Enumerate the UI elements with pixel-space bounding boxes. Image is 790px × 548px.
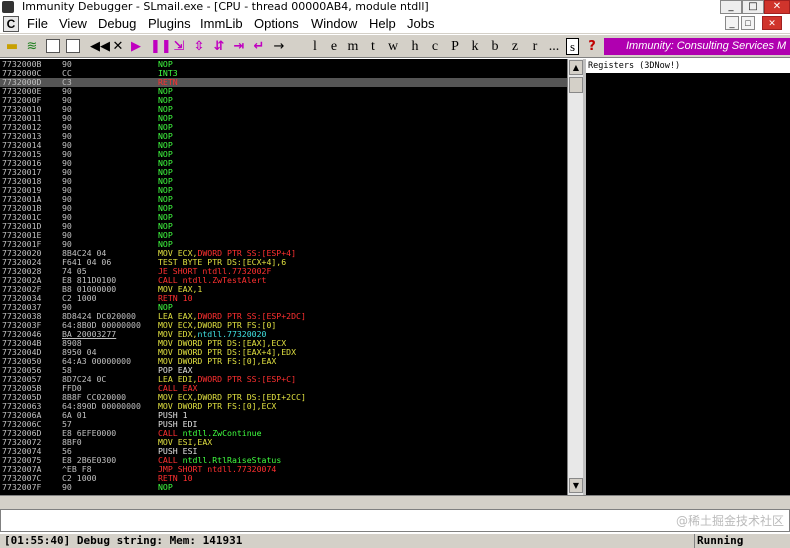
maximize-button[interactable]: □ [742, 0, 764, 14]
consulting-banner[interactable]: Immunity: Consulting Services M [604, 38, 790, 55]
disasm-row[interactable]: 77320011 90 NOP [0, 114, 567, 123]
menu-immlib[interactable]: ImmLib [200, 16, 243, 32]
pause-icon[interactable]: ❚❚ [150, 38, 172, 55]
disasm-row[interactable]: 7732000E 90 NOP [0, 87, 567, 96]
disasm-row[interactable]: 7732000C CC INT3 [0, 69, 567, 78]
log-window-button[interactable]: l [308, 38, 322, 55]
cpu-window-icon[interactable]: C [3, 16, 19, 32]
open-folder-icon[interactable]: ▬ [4, 38, 20, 55]
debug-state: Running [694, 534, 790, 548]
instruction-token: NOP [158, 482, 173, 492]
disasm-row[interactable]: 77320050 64:A3 00000000 MOV DWORD PTR FS:[… [0, 357, 567, 366]
breakpoints-button[interactable]: b [488, 38, 502, 55]
disasm-row[interactable]: 77320017 90 NOP [0, 168, 567, 177]
disasm-row[interactable]: 7732000F 90 NOP [0, 96, 567, 105]
minimize-button[interactable]: _ [720, 0, 742, 14]
mdi-minimize-button[interactable]: _ [725, 16, 739, 30]
menu-view[interactable]: View [59, 16, 87, 32]
more-button[interactable]: ... [546, 38, 562, 55]
instruction-cell: NOP [158, 483, 173, 492]
disasm-row[interactable]: 7732007C C2 1000 RETN 10 [0, 474, 567, 483]
step-into-icon[interactable]: ⇲ [172, 38, 186, 55]
windows-button[interactable]: w [386, 38, 400, 55]
disasm-row[interactable]: 7732006D E8 6EFE0000 CALL ntdll.ZwContinue [0, 429, 567, 438]
patches-button[interactable]: P [448, 38, 462, 55]
disasm-row[interactable]: 7732001C 90 NOP [0, 213, 567, 222]
hex-dump-cell: 64:A3 00000000 [62, 356, 132, 366]
disasm-row[interactable]: 77320013 90 NOP [0, 132, 567, 141]
disasm-row[interactable]: 77320072 8BF0 MOV ESI,EAX [0, 438, 567, 447]
scroll-down-icon[interactable]: ▼ [569, 478, 583, 493]
menu-jobs[interactable]: Jobs [407, 16, 434, 32]
mdi-maximize-button[interactable]: □ [741, 16, 755, 30]
handles-button[interactable]: h [408, 38, 422, 55]
help-icon[interactable]: ? [586, 38, 598, 55]
disasm-row[interactable]: 77320019 90 NOP [0, 186, 567, 195]
cpu-button[interactable]: c [428, 38, 442, 55]
menu-debug[interactable]: Debug [98, 16, 136, 32]
disasm-row[interactable]: 7732006A 6A 01 PUSH 1 [0, 411, 567, 420]
address-cell: 7732007F [2, 482, 42, 492]
disasm-row[interactable]: 77320016 90 NOP [0, 159, 567, 168]
menu-help[interactable]: Help [369, 16, 396, 32]
disasm-row[interactable]: 77320010 90 NOP [0, 105, 567, 114]
disasm-row[interactable]: 7732001B 90 NOP [0, 204, 567, 213]
menu-file[interactable]: File [27, 16, 48, 32]
menu-options[interactable]: Options [254, 16, 299, 32]
disasm-row[interactable]: 77320012 90 NOP [0, 123, 567, 132]
call-stack-button[interactable]: k [468, 38, 482, 55]
close-button[interactable]: ✕ [764, 0, 790, 14]
trace-over-icon[interactable]: ⇥ [232, 38, 246, 55]
scroll-thumb[interactable] [569, 77, 583, 93]
disassembly-pane[interactable]: 7732000B 90 NOP 7732000C CC INT3 7732000D C3 RET… [0, 59, 567, 495]
step-over-icon[interactable]: ⇳ [192, 38, 206, 55]
status-bar: [01:55:40] Debug string: Mem: 141931 Run… [0, 534, 790, 548]
disasm-row[interactable]: 77320057 8D7C24 0C LEA EDI,DWORD PTR SS:[E… [0, 375, 567, 384]
registers-header[interactable]: Registers (3DNow!) [586, 59, 790, 73]
command-input[interactable] [0, 509, 790, 532]
disasm-row[interactable]: 77320014 90 NOP [0, 141, 567, 150]
disassembly-scrollbar[interactable]: ▲ ▼ [567, 59, 583, 495]
run-icon[interactable]: ▶ [130, 38, 142, 55]
disasm-row[interactable]: 7732000B 90 NOP [0, 60, 567, 69]
menu-plugins[interactable]: Plugins [148, 16, 191, 32]
references-button[interactable]: z [508, 38, 522, 55]
memory-button[interactable]: m [346, 38, 360, 55]
disasm-row[interactable]: 7732001A 90 NOP [0, 195, 567, 204]
disasm-row[interactable]: 77320034 C2 1000 RETN 10 [0, 294, 567, 303]
disasm-row[interactable]: 7732001D 90 NOP [0, 222, 567, 231]
menu-bar: C File View Debug Plugins ImmLib Options… [0, 14, 790, 34]
run-trace-button[interactable]: r [528, 38, 542, 55]
restart-icon[interactable]: ≋ [24, 38, 40, 55]
window-title: Immunity Debugger - SLmail.exe - [CPU - … [22, 0, 429, 13]
rewind-icon[interactable]: ◀◀ [90, 38, 110, 55]
close-process-icon[interactable] [46, 39, 60, 53]
trace-into-icon[interactable]: ⇵ [212, 38, 226, 55]
instruction-token: DWORD PTR SS:[ESP+C] [197, 374, 297, 384]
watermark: @稀土掘金技术社区 [675, 514, 784, 528]
scroll-up-icon[interactable]: ▲ [569, 60, 583, 75]
threads-button[interactable]: t [366, 38, 380, 55]
attach-icon[interactable] [66, 39, 80, 53]
execute-till-return-icon[interactable]: ↵ [252, 38, 266, 55]
stop-icon[interactable]: ✕ [111, 38, 125, 55]
modules-button[interactable]: e [327, 38, 341, 55]
pane-divider [0, 495, 790, 509]
mdi-close-button[interactable]: ✕ [762, 16, 782, 30]
source-button[interactable]: s [566, 38, 579, 55]
disasm-row[interactable]: 77320018 90 NOP [0, 177, 567, 186]
disasm-row[interactable]: 7732001E 90 NOP [0, 231, 567, 240]
menu-window[interactable]: Window [311, 16, 357, 32]
disasm-row[interactable]: 77320015 90 NOP [0, 150, 567, 159]
title-bar: Immunity Debugger - SLmail.exe - [CPU - … [0, 0, 790, 14]
disasm-row[interactable]: 7732007F 90 NOP [0, 483, 567, 492]
disasm-row[interactable]: 7732000D C3 RETN [0, 78, 567, 87]
registers-pane[interactable]: Registers (3DNow!) [586, 59, 790, 495]
toolbar: ▬ ≋ ◀◀ ✕ ▶ ❚❚ ⇲ ⇳ ⇵ ⇥ ↵ → l e m t w h c … [0, 35, 790, 58]
hex-dump-cell: 90 [62, 482, 72, 492]
go-to-icon[interactable]: → [272, 38, 286, 55]
status-message: [01:55:40] Debug string: Mem: 141931 [4, 534, 243, 547]
app-icon [2, 1, 14, 13]
